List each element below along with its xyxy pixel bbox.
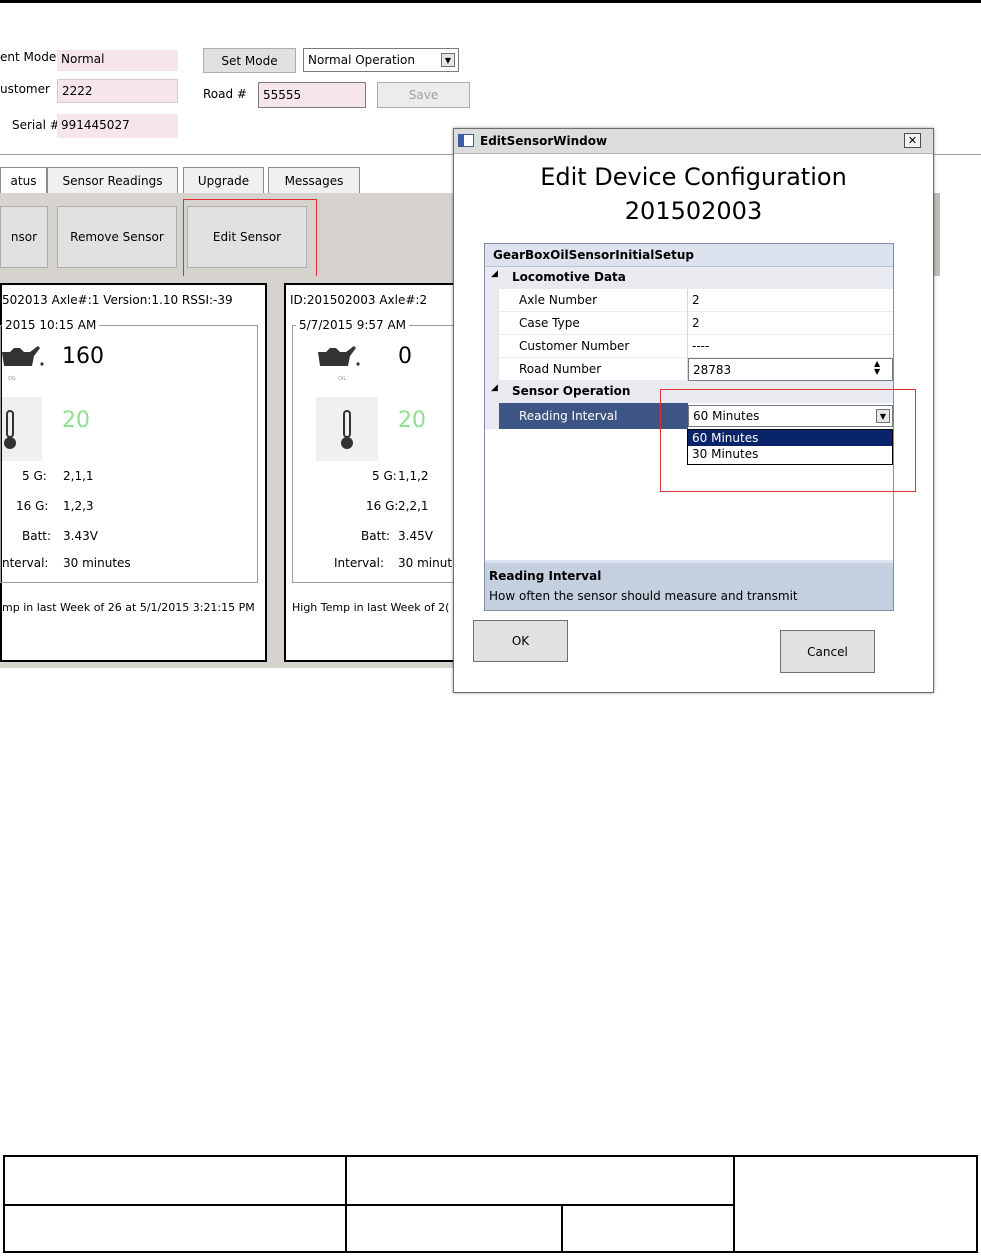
help-text: How often the sensor should measure and … (489, 589, 798, 603)
reading-datetime: 2015 10:15 AM (2, 318, 100, 332)
road-label: Road # (203, 87, 247, 101)
customer-field[interactable]: 2222 (57, 79, 178, 103)
serial-field: 991445027 (57, 114, 178, 138)
add-sensor-button[interactable]: nsor (0, 206, 48, 268)
help-panel: Reading Interval How often the sensor sh… (485, 563, 893, 610)
tab-messages[interactable]: Messages (268, 167, 360, 193)
category-label: Locomotive Data (512, 270, 626, 284)
prop-value[interactable]: 2 (688, 312, 893, 335)
interval-label: nterval: (2, 556, 49, 570)
card-header: ID:201502003 Axle#:2 (290, 293, 428, 307)
panel-edge (934, 193, 940, 276)
g16-value: 1,2,3 (63, 499, 94, 513)
g5-value: 2,1,1 (63, 469, 94, 483)
set-mode-button[interactable]: Set Mode (203, 48, 296, 73)
table-divider (5, 1204, 733, 1206)
ok-button[interactable]: OK (473, 620, 568, 662)
g16-value: 2,2,1 (398, 499, 429, 513)
mode-select[interactable]: Normal Operation ▼ (303, 48, 459, 72)
batt-value: 3.43V (63, 529, 98, 543)
prop-row-customer-number[interactable]: Customer Number ---- (485, 335, 893, 358)
serial-label: Serial # (12, 118, 60, 132)
batt-label: Batt: (361, 529, 391, 543)
oil-value: 160 (62, 344, 104, 369)
batt-value: 3.45V (398, 529, 433, 543)
row-gutter (485, 335, 499, 358)
row-gutter (485, 289, 499, 312)
page-top-rule (0, 0, 981, 3)
current-mode-label: ent Mode (0, 50, 57, 64)
card-footer: mp in last Week of 26 at 5/1/2015 3:21:1… (2, 601, 255, 614)
mode-select-value: Normal Operation (308, 53, 415, 67)
table-divider (561, 1204, 563, 1251)
prop-value[interactable]: ---- (688, 335, 893, 358)
remove-sensor-button[interactable]: Remove Sensor (57, 206, 177, 268)
row-gutter (485, 358, 499, 381)
g16-label: 16 G: (366, 499, 399, 513)
save-button[interactable]: Save (377, 82, 470, 108)
g5-label: 5 G: (22, 469, 47, 483)
batt-label: Batt: (22, 529, 52, 543)
customer-label: ustomer (0, 82, 50, 96)
prop-name: Customer Number (499, 335, 688, 358)
edit-sensor-highlight (183, 199, 317, 281)
temp-value: 20 (398, 408, 426, 433)
prop-value[interactable]: 28783 (688, 358, 893, 381)
thermometer-icon (316, 397, 378, 461)
prop-row-road-number[interactable]: Road Number 28783 ▲ ▼ (485, 358, 893, 381)
road-field[interactable]: 55555 (258, 82, 366, 108)
bottom-table (3, 1155, 978, 1253)
close-icon[interactable]: ✕ (904, 133, 921, 148)
oil-can-icon: OIL (2, 340, 46, 382)
g5-label: 5 G: (372, 469, 397, 483)
sensor-card-2[interactable]: ID:201502003 Axle#:2 5/7/2015 9:57 AM OI… (284, 283, 482, 662)
oil-can-icon: OIL (318, 340, 362, 382)
reading-datetime: 5/7/2015 9:57 AM (296, 318, 410, 332)
collapse-triangle-icon[interactable]: ◢ (491, 383, 498, 393)
temp-value: 20 (62, 408, 90, 433)
help-title: Reading Interval (489, 569, 602, 583)
table-divider (733, 1157, 735, 1251)
card-footer: High Temp in last Week of 2( (292, 601, 450, 614)
window-app-icon (458, 134, 474, 147)
device-id: 201502003 (624, 197, 763, 225)
window-titlebar[interactable]: EditSensorWindow ✕ (454, 129, 933, 154)
dialog-heading: Edit Device Configuration (540, 163, 847, 191)
collapse-triangle-icon[interactable]: ◢ (491, 269, 498, 279)
grid-title: GearBoxOilSensorInitialSetup (485, 244, 893, 267)
prop-name: Road Number (499, 358, 688, 381)
svg-text:OIL: OIL (338, 376, 346, 382)
prop-value[interactable]: 2 (688, 289, 893, 312)
card-header: 502013 Axle#:1 Version:1.10 RSSI:-39 (2, 293, 233, 307)
sensor-card-1[interactable]: 502013 Axle#:1 Version:1.10 RSSI:-39 201… (0, 283, 267, 662)
cancel-button[interactable]: Cancel (780, 630, 875, 673)
interval-value: 30 minut (398, 556, 453, 570)
reading-interval-highlight (660, 389, 916, 492)
dropdown-arrow-icon[interactable]: ▼ (441, 53, 455, 67)
window-title: EditSensorWindow (480, 134, 608, 148)
interval-value: 30 minutes (63, 556, 131, 570)
category-locomotive-data[interactable]: ◢ Locomotive Data (485, 267, 893, 289)
tab-upgrade[interactable]: Upgrade (183, 167, 264, 193)
prop-name: Case Type (499, 312, 688, 335)
row-gutter (485, 403, 499, 429)
oil-value: 0 (398, 344, 412, 369)
prop-row-case-type[interactable]: Case Type 2 (485, 312, 893, 335)
spinner-icon[interactable]: ▲ ▼ (874, 360, 880, 376)
svg-text:OIL: OIL (8, 376, 16, 382)
row-gutter (485, 312, 499, 335)
g16-label: 16 G: (16, 499, 49, 513)
thermometer-icon (2, 397, 42, 461)
interval-label: Interval: (334, 556, 384, 570)
prop-name: Axle Number (499, 289, 688, 312)
tab-status[interactable]: atus (0, 167, 47, 193)
prop-row-axle-number[interactable]: Axle Number 2 (485, 289, 893, 312)
tab-sensor-readings[interactable]: Sensor Readings (47, 167, 178, 193)
g5-value: 1,1,2 (398, 469, 429, 483)
category-label: Sensor Operation (512, 384, 631, 398)
current-mode-field: Normal (57, 50, 178, 71)
